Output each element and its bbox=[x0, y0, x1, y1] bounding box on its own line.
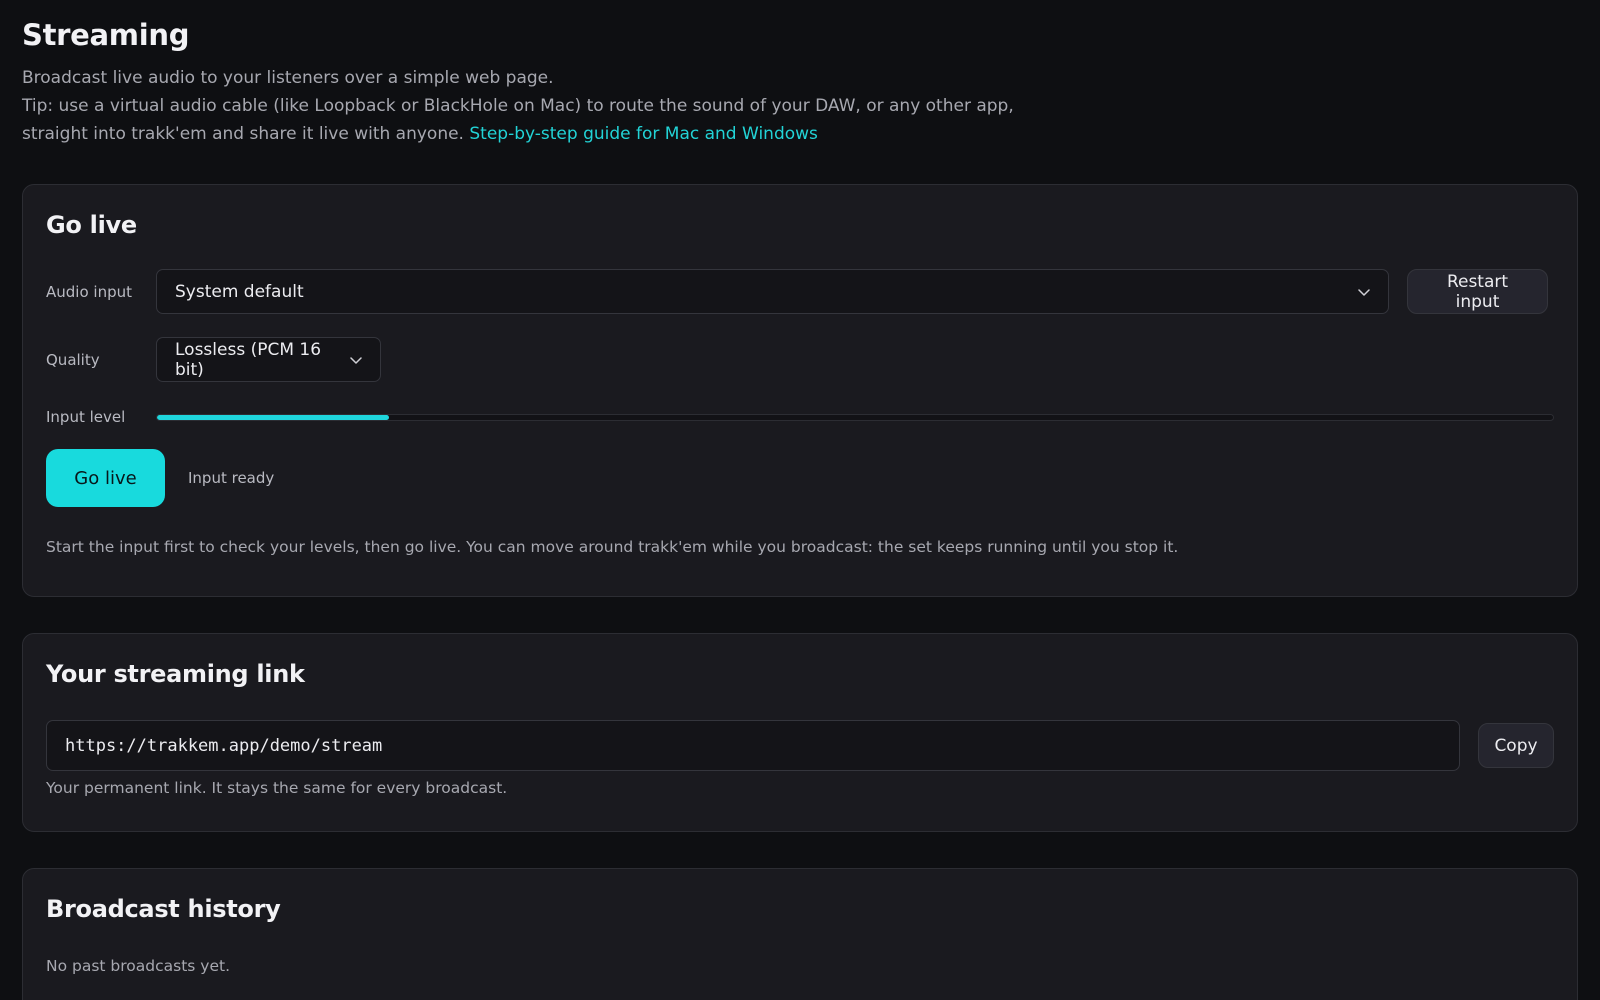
guide-link[interactable]: Step-by-step guide for Mac and Windows bbox=[469, 124, 818, 144]
chevron-down-icon bbox=[350, 354, 362, 366]
quality-label: Quality bbox=[46, 350, 100, 369]
input-level-meter bbox=[156, 413, 1554, 421]
streaming-page: Streaming Broadcast live audio to your l… bbox=[0, 0, 1600, 1000]
intro-line-3-text: straight into trakk'em and share it live… bbox=[22, 124, 470, 144]
streaming-link-input[interactable]: https://trakkem.app/demo/stream bbox=[46, 720, 1460, 771]
streaming-link-row: https://trakkem.app/demo/stream Copy bbox=[46, 720, 1554, 771]
copy-button[interactable]: Copy bbox=[1478, 723, 1554, 768]
input-status: Input ready bbox=[188, 469, 275, 487]
quality-select[interactable]: Lossless (PCM 16 bit) bbox=[156, 337, 381, 382]
quality-row: Quality Lossless (PCM 16 bit) bbox=[46, 337, 1554, 382]
audio-input-value: System default bbox=[175, 281, 304, 302]
broadcast-history-empty: No past broadcasts yet. bbox=[46, 957, 231, 975]
audio-input-row: Audio input System default Restart input bbox=[46, 269, 1554, 314]
streaming-link-card: Your streaming link https://trakkem.app/… bbox=[22, 633, 1578, 832]
streaming-link-help: Your permanent link. It stays the same f… bbox=[46, 779, 508, 797]
go-live-help: Start the input first to check your leve… bbox=[46, 538, 1179, 556]
audio-input-select[interactable]: System default bbox=[156, 269, 1389, 314]
audio-input-label: Audio input bbox=[46, 282, 132, 301]
go-live-row: Go live Input ready bbox=[46, 449, 1554, 507]
intro-text: Broadcast live audio to your listeners o… bbox=[22, 64, 1578, 148]
chevron-down-icon bbox=[1358, 286, 1370, 298]
intro-line-3: straight into trakk'em and share it live… bbox=[22, 120, 1578, 148]
input-level-fill bbox=[157, 414, 389, 420]
input-level-label: Input level bbox=[46, 408, 126, 426]
go-live-title: Go live bbox=[46, 211, 137, 239]
restart-input-button[interactable]: Restart input bbox=[1407, 269, 1548, 314]
go-live-card: Go live Audio input System default Resta… bbox=[22, 184, 1578, 597]
page-title: Streaming bbox=[22, 18, 190, 52]
intro-line-2: Tip: use a virtual audio cable (like Loo… bbox=[22, 96, 1014, 116]
input-level-row: Input level bbox=[46, 408, 1554, 426]
broadcast-history-title: Broadcast history bbox=[46, 895, 281, 923]
streaming-link-title: Your streaming link bbox=[46, 660, 305, 688]
quality-value: Lossless (PCM 16 bit) bbox=[175, 339, 322, 380]
broadcast-history-card: Broadcast history No past broadcasts yet… bbox=[22, 868, 1578, 1000]
go-live-button[interactable]: Go live bbox=[46, 449, 165, 507]
intro-line-1: Broadcast live audio to your listeners o… bbox=[22, 68, 554, 88]
